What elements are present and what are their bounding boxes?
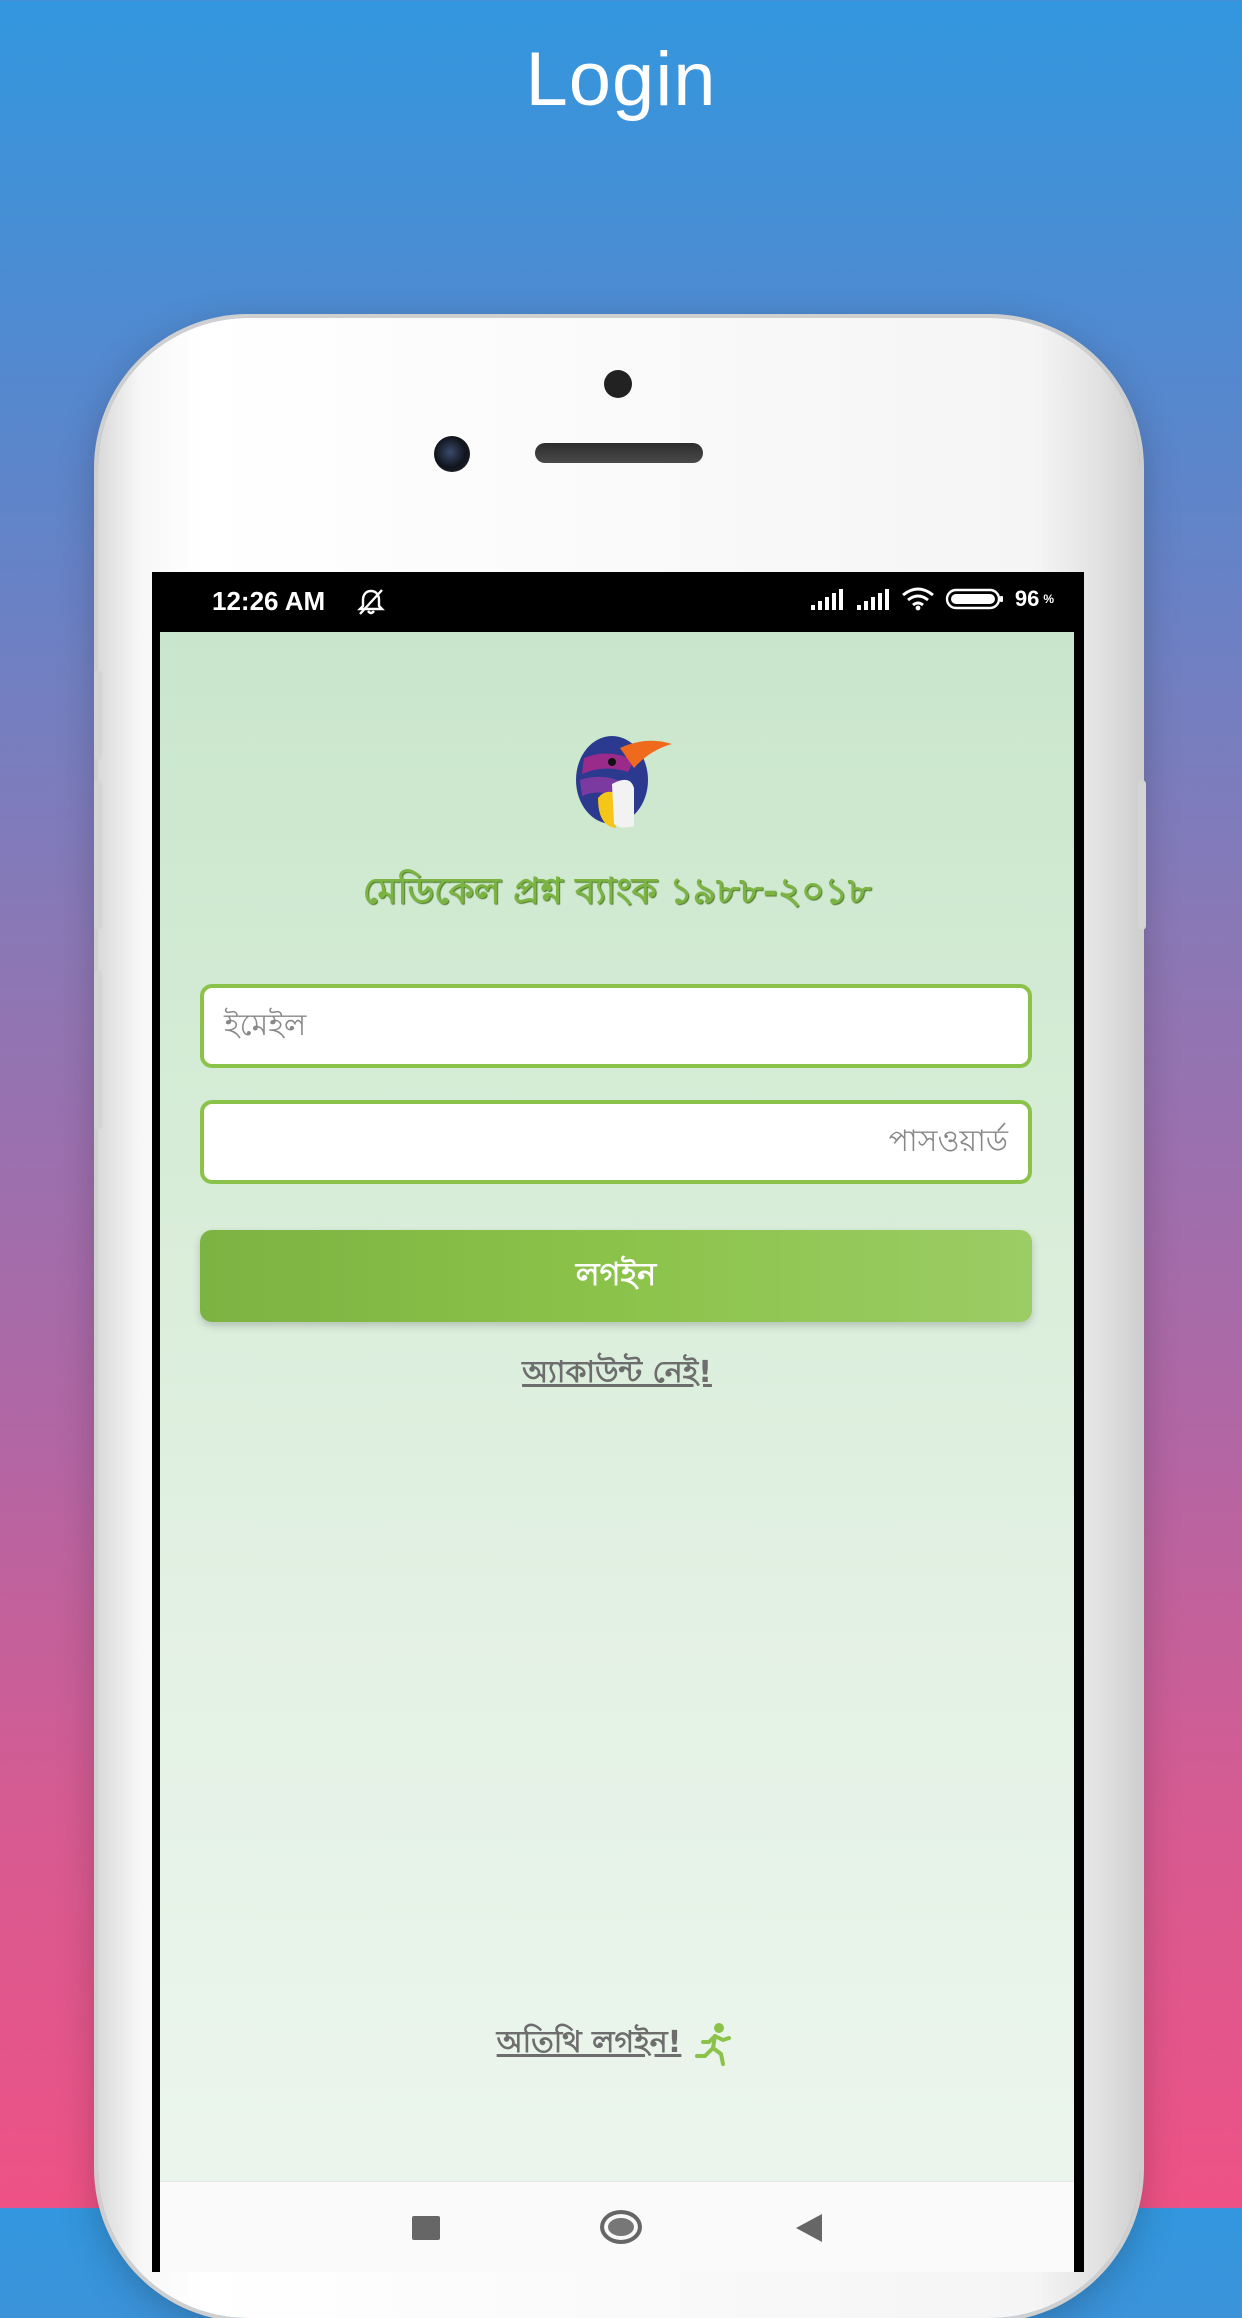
login-screen: মেডিকেল প্রশ্ন ব্যাংক ১৯৮৮-২০১৮ ইমেইল পা…: [160, 632, 1074, 2272]
battery-icon: [945, 588, 1003, 610]
home-button[interactable]: [600, 2210, 642, 2244]
front-sensor: [604, 370, 632, 398]
power-button: [1138, 780, 1146, 930]
guest-login-link[interactable]: অতিথি লগইন!: [497, 2018, 682, 2069]
no-account-link[interactable]: অ্যাকাউন্ট নেই!: [160, 1348, 1074, 1399]
status-bar: 12:26 AM 96 %: [152, 572, 1084, 632]
bird-logo: [576, 736, 672, 828]
volume-button: [94, 780, 102, 930]
app-title: মেডিকেল প্রশ্ন ব্যাংক ১৯৮৮-২০১৮: [362, 870, 872, 912]
recents-button[interactable]: [412, 2216, 440, 2240]
back-button[interactable]: [796, 2214, 822, 2242]
email-field[interactable]: ইমেইল: [200, 984, 1032, 1068]
battery-unit: %: [1043, 592, 1054, 606]
status-time: 12:26 AM: [212, 586, 326, 616]
email-placeholder: ইমেইল: [224, 1007, 307, 1043]
battery-level: 96: [1014, 586, 1040, 611]
wifi-icon: [901, 587, 934, 611]
login-button[interactable]: লগইন: [200, 1230, 1032, 1322]
password-placeholder: পাসওয়ার্ড: [888, 1123, 1008, 1159]
page-title: Login: [525, 37, 717, 122]
volume-button: [94, 670, 102, 760]
bell-off-icon: [357, 589, 385, 615]
password-field[interactable]: পাসওয়ার্ড: [200, 1100, 1032, 1184]
signal-icon: [810, 589, 843, 610]
volume-button: [94, 970, 102, 1130]
android-nav-bar: [160, 2181, 1074, 2272]
earpiece-speaker: [535, 443, 703, 463]
phone-screen: 12:26 AM 96 % মেডিকেল প্রশ্ন ব্যাংক ১৯৮৮…: [152, 572, 1084, 2272]
signal-icon: [856, 589, 889, 610]
status-icons: 96 %: [809, 586, 1054, 612]
guest-login-row[interactable]: অতিথি লগইন!: [160, 2018, 1074, 2069]
front-camera: [434, 436, 470, 472]
running-person-icon[interactable]: [693, 2022, 737, 2066]
